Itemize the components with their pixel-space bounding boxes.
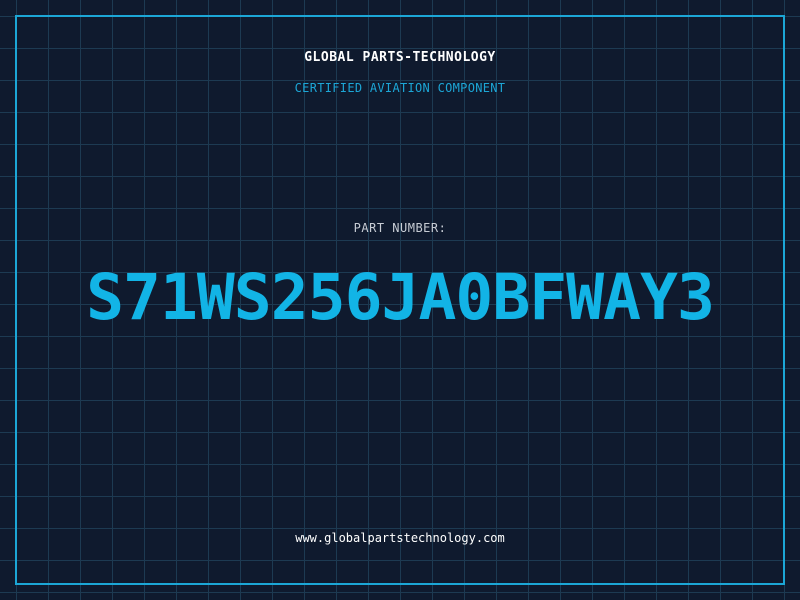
website-url: www.globalpartstechnology.com <box>295 531 505 545</box>
certification-subtitle: CERTIFIED AVIATION COMPONENT <box>294 81 506 95</box>
label-card: GLOBAL PARTS-TECHNOLOGY CERTIFIED AVIATI… <box>0 0 800 600</box>
part-number-value: S71WS256JA0BFWAY3 <box>86 261 715 334</box>
part-number-label: PART NUMBER: <box>353 221 447 235</box>
company-name: GLOBAL PARTS-TECHNOLOGY <box>304 50 496 65</box>
